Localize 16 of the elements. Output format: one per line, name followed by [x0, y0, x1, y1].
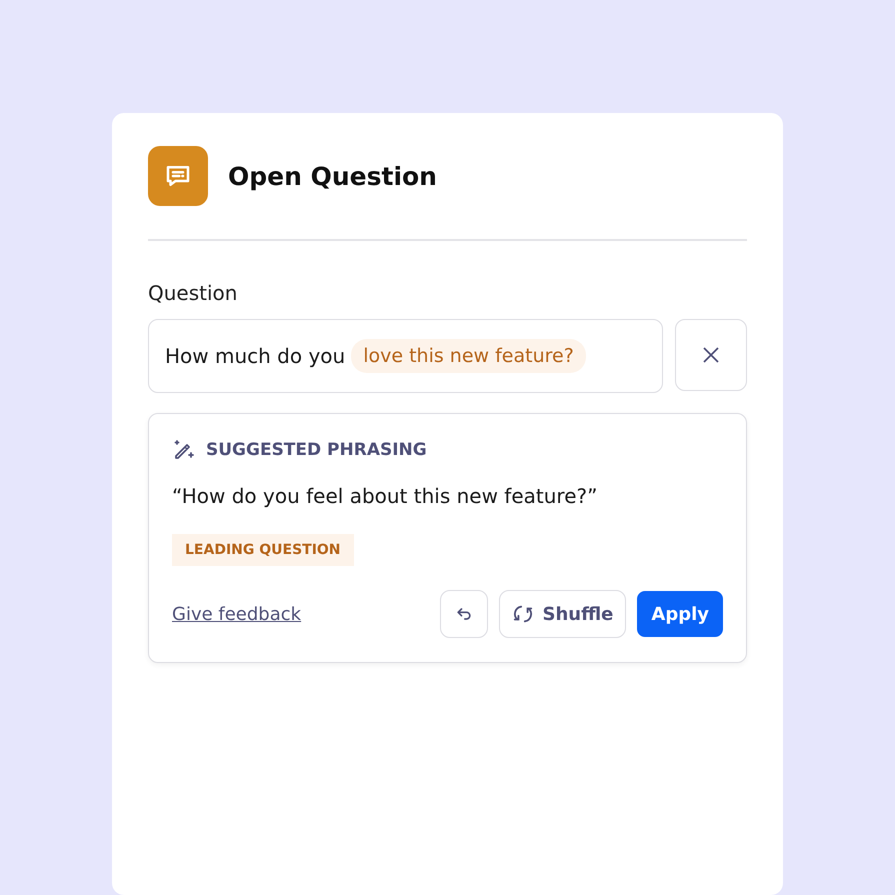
card-title: Open Question: [228, 162, 437, 190]
apply-button[interactable]: Apply: [637, 591, 723, 637]
feedback-link[interactable]: Give feedback: [172, 604, 302, 624]
refresh-icon: [512, 603, 534, 625]
highlighted-phrase: love this new feature?: [351, 339, 586, 373]
shuffle-button[interactable]: Shuffle: [499, 590, 626, 638]
question-label: Question: [148, 281, 238, 305]
close-icon: [702, 346, 720, 364]
question-field[interactable]: How much do you love this new feature?: [148, 319, 663, 393]
chat-icon: [148, 146, 208, 206]
magic-pen-icon: [172, 438, 196, 462]
suggested-text: “How do you feel about this new feature?”: [172, 484, 598, 508]
undo-button[interactable]: [440, 590, 488, 638]
issue-tag: LEADING QUESTION: [172, 534, 354, 566]
question-text: How much do you: [165, 344, 346, 368]
suggestion-heading: SUGGESTED PHRASING: [206, 440, 427, 460]
